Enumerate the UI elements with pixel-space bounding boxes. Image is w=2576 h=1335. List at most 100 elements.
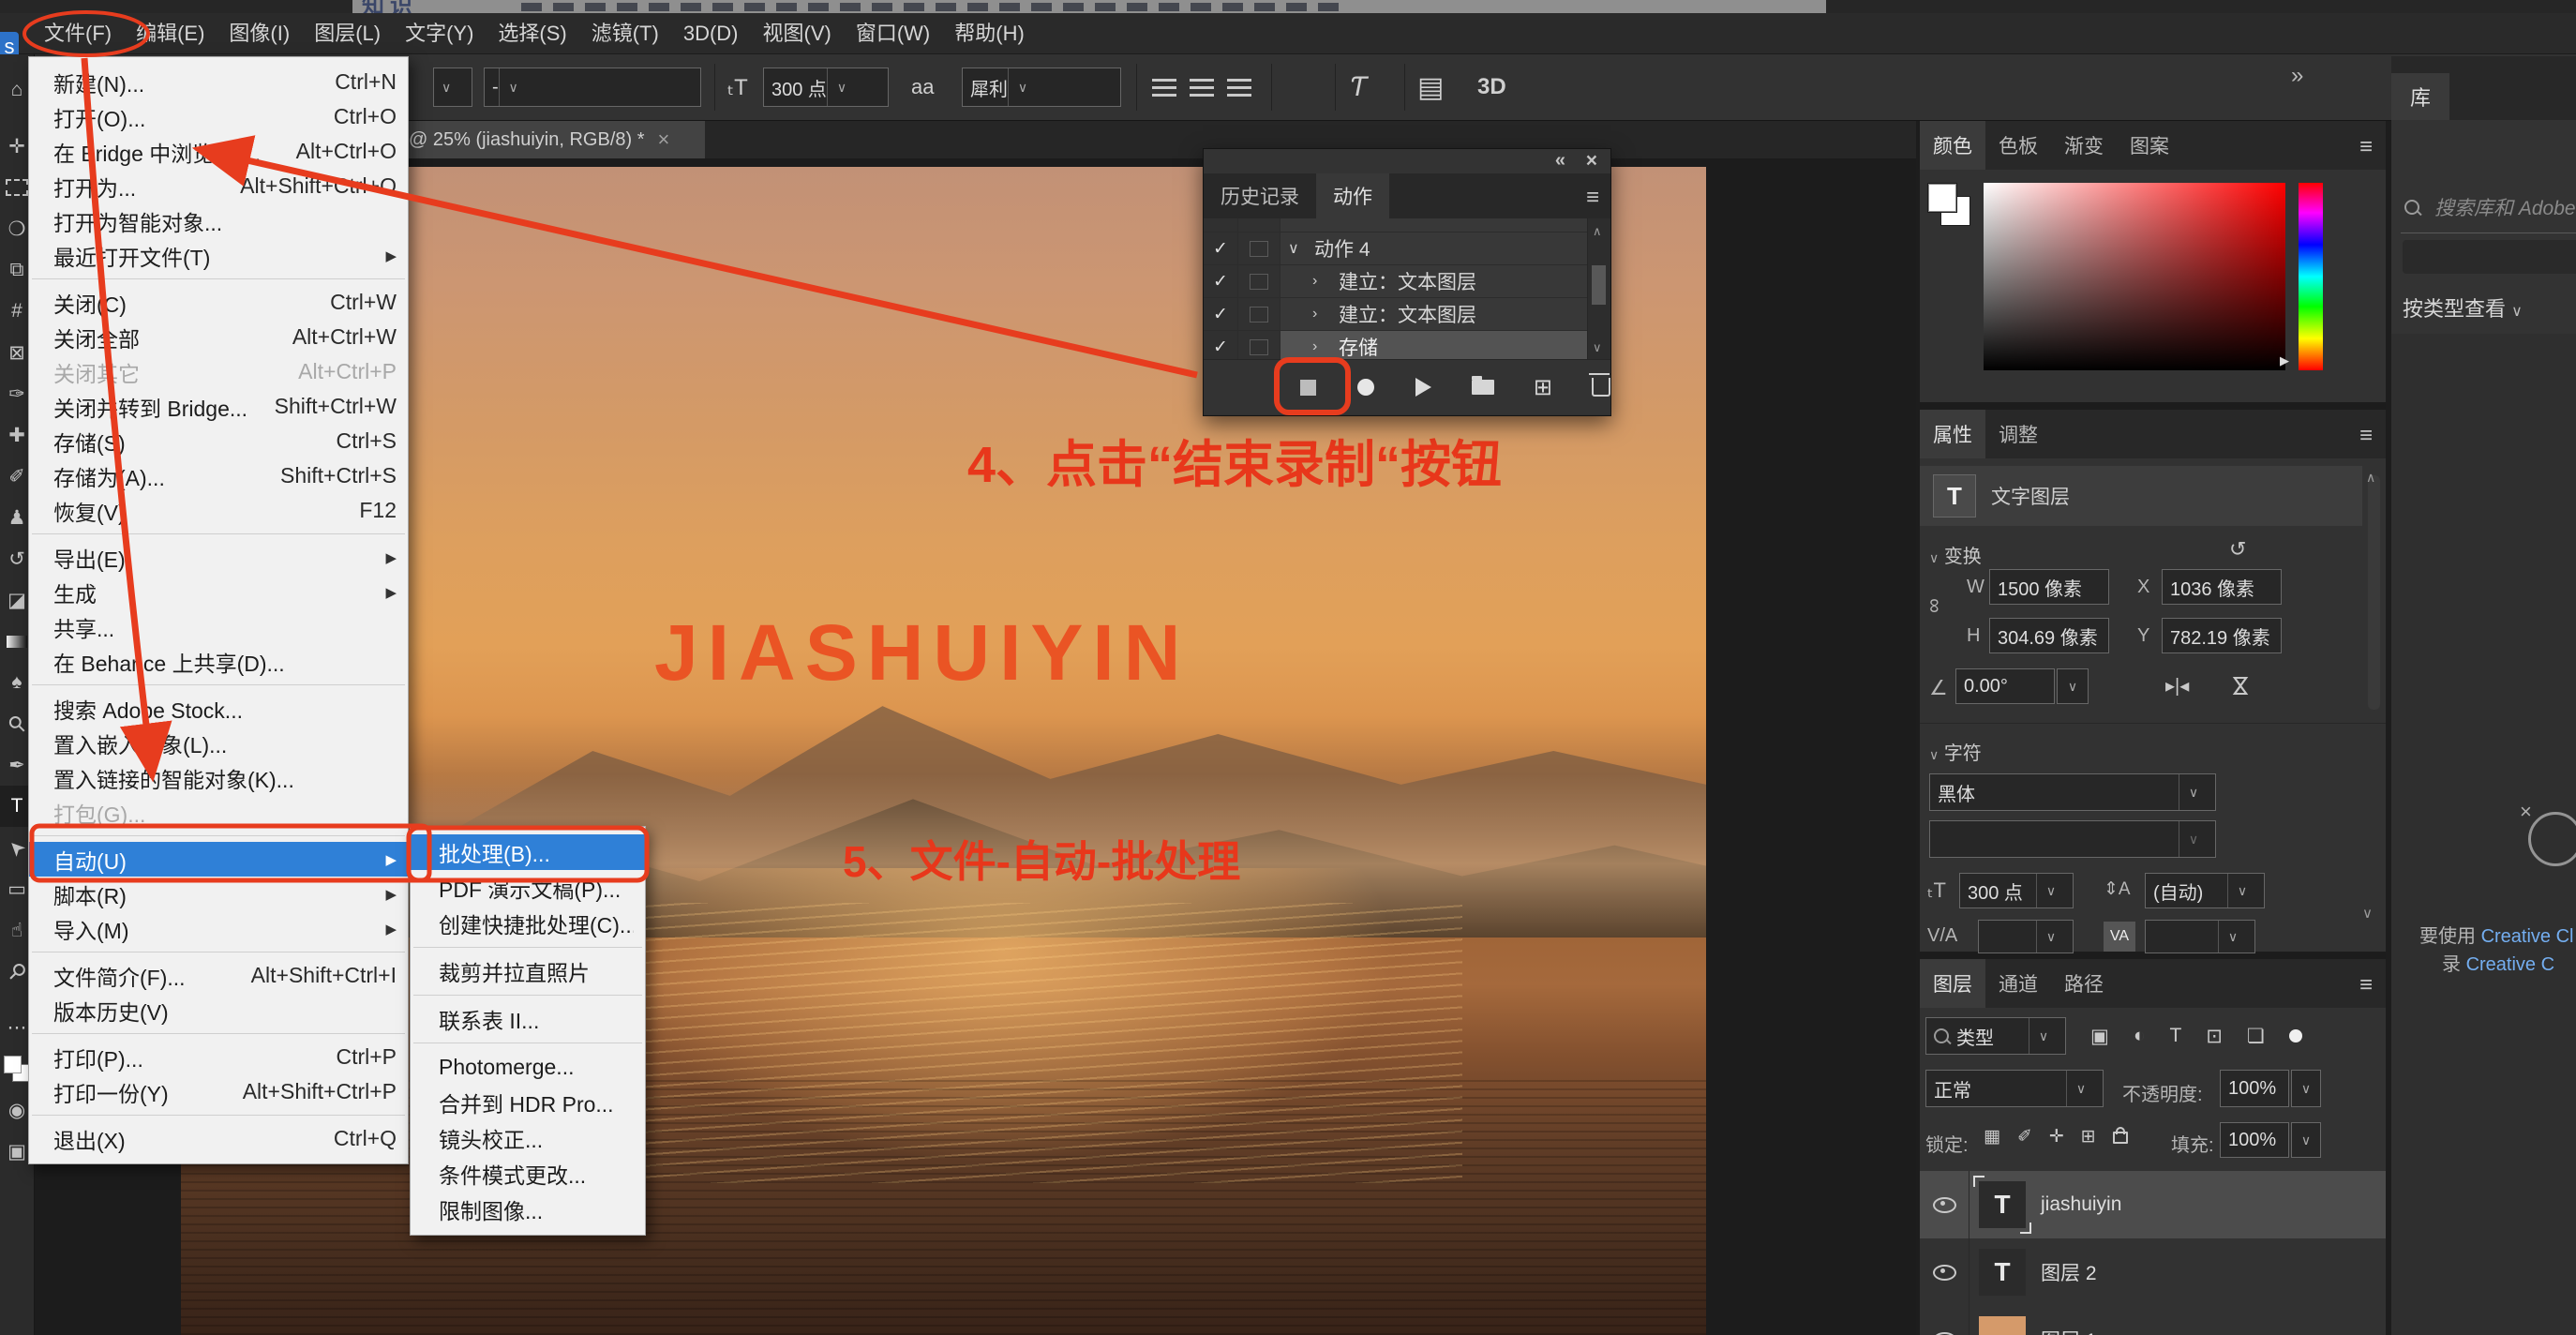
color-saturation-field[interactable] (1984, 183, 2285, 370)
layer-thumbnail[interactable] (1979, 1316, 2026, 1335)
font-style-dropdown[interactable]: -∨ (484, 68, 701, 107)
menu-file[interactable]: 文件(F) (32, 13, 124, 54)
kerning-dropdown[interactable]: ∨ (2145, 920, 2255, 953)
automate-submenu-item[interactable]: 镜头校正... (411, 1120, 645, 1156)
panel-menu-icon[interactable]: ≡ (2359, 972, 2373, 998)
scroll-down-icon[interactable]: ∨ (1593, 340, 1602, 355)
filter-pixel-layers-icon[interactable]: ▣ (2090, 1025, 2109, 1048)
record-button[interactable] (1356, 373, 1374, 401)
lock-all-icon[interactable] (2113, 1132, 2128, 1144)
transform-section-header[interactable]: ∨ 变换 (1929, 541, 1982, 568)
y-field[interactable]: 782.19 像素 (2162, 618, 2282, 653)
file-menu-item[interactable]: 搜索 Adobe Stock... (29, 691, 408, 726)
link-dimensions-icon[interactable]: ∞ (1923, 598, 1947, 613)
menu-item-6[interactable]: 滤镜(T) (579, 13, 671, 54)
filter-smart-objects-icon[interactable]: ❏ (2247, 1025, 2265, 1048)
tab-color[interactable]: 颜色 (1920, 121, 1985, 170)
tab-gradients[interactable]: 渐变 (2051, 121, 2117, 170)
lock-position-icon[interactable]: ✛ (2049, 1126, 2064, 1148)
filter-type-layers-icon[interactable]: T (2170, 1025, 2182, 1048)
automate-submenu-item[interactable]: 合并到 HDR Pro... (411, 1085, 645, 1120)
font-size-dropdown[interactable]: 300 点∨ (763, 68, 889, 107)
creative-cloud-link[interactable]: Creative Cl (2481, 926, 2574, 947)
menu-item-7[interactable]: 3D(D) (671, 13, 751, 54)
delete-button[interactable] (1592, 373, 1610, 401)
font-style-dropdown-panel[interactable]: ∨ (1929, 820, 2216, 858)
check-icon[interactable]: ✓ (1204, 265, 1238, 297)
flip-vertical-icon[interactable]: ⋈ (2227, 675, 2254, 698)
panel-menu-icon[interactable]: ≡ (2359, 134, 2373, 160)
layer-row[interactable]: 图层 1 (1920, 1306, 2386, 1335)
library-search-row[interactable]: 搜索库和 Adobe S (2404, 193, 2576, 221)
menu-item-1[interactable]: 编辑(E) (124, 13, 217, 54)
angle-dropdown[interactable]: ∨ (2057, 668, 2089, 704)
layer-row[interactable]: Tjiashuiyin (1920, 1171, 2386, 1238)
properties-scrollbar[interactable] (2368, 475, 2380, 710)
height-field[interactable]: 304.69 像素 (1989, 618, 2109, 653)
file-menu-item[interactable]: 存储为(A)...Shift+Ctrl+S (29, 458, 408, 493)
actions-scrollbar[interactable]: ∧ ∨ (1587, 218, 1610, 359)
automate-submenu-item[interactable]: 创建快捷批处理(C)... (411, 906, 645, 941)
automate-submenu-item[interactable]: 联系表 II... (411, 1001, 645, 1037)
tab-adjustments[interactable]: 调整 (1985, 410, 2051, 458)
expand-caret-icon[interactable]: › (1312, 306, 1329, 322)
lock-pixels-icon[interactable]: ✐ (2017, 1126, 2032, 1148)
blend-mode-dropdown[interactable]: 正常∨ (1925, 1070, 2104, 1107)
foreground-background-swatches[interactable] (4, 1056, 30, 1082)
file-menu-item[interactable]: 打开为智能对象... (29, 203, 408, 238)
scroll-down-icon[interactable]: ∨ (2362, 905, 2373, 922)
lock-artboard-icon[interactable]: ⊞ (2081, 1126, 2096, 1148)
tab-libraries[interactable]: 库 (2391, 73, 2449, 120)
check-icon[interactable]: ✓ (1204, 232, 1238, 264)
character-section-header[interactable]: ∨ 字符 (1929, 738, 1982, 765)
panel-menu-icon[interactable]: ≡ (1586, 185, 1599, 211)
anti-alias-dropdown[interactable]: 犀利∨ (962, 68, 1121, 107)
new-action-button[interactable]: ⊞ (1534, 373, 1552, 401)
action-row[interactable]: ✓›建立：文本图层 (1204, 298, 1610, 331)
new-group-button[interactable] (1472, 373, 1494, 401)
hue-slider-icon[interactable]: ▶ (2280, 353, 2289, 368)
expand-caret-icon[interactable]: › (1312, 338, 1329, 355)
action-row[interactable] (1204, 218, 1610, 232)
automate-submenu-item[interactable]: Photomerge... (411, 1049, 645, 1085)
file-menu-item[interactable]: 在 Behance 上共享(D)... (29, 644, 408, 679)
view-by-type-dropdown[interactable]: 按类型查看 ∨ (2403, 292, 2523, 322)
file-menu-item[interactable]: 置入嵌入对象(L)... (29, 726, 408, 760)
visibility-eye-icon[interactable] (1933, 1197, 1956, 1213)
menu-item-2[interactable]: 图像(I) (217, 13, 302, 54)
file-menu-item[interactable]: 生成▶ (29, 575, 408, 609)
align-right-button[interactable] (1227, 78, 1251, 97)
file-menu-item[interactable]: 最近打开文件(T)▶ (29, 238, 408, 273)
menu-item-8[interactable]: 视图(V) (751, 13, 844, 54)
toggle-panels-button[interactable]: ▤ (1417, 68, 1444, 107)
play-button[interactable] (1415, 373, 1432, 401)
filter-adjustment-layers-icon[interactable]: ◐ (2134, 1025, 2146, 1048)
flip-horizontal-icon[interactable]: ▸|◂ (2165, 674, 2189, 698)
tab-properties[interactable]: 属性 (1920, 410, 1985, 458)
tab-channels[interactable]: 通道 (1985, 959, 2051, 1008)
menu-item-9[interactable]: 窗口(W) (844, 13, 942, 54)
menu-item-5[interactable]: 选择(S) (486, 13, 578, 54)
collapse-panel-icon[interactable]: « (1555, 150, 1565, 172)
file-menu-item[interactable]: 关闭并转到 Bridge...Shift+Ctrl+W (29, 389, 408, 424)
expand-caret-icon[interactable]: › (1312, 273, 1329, 290)
scroll-up-icon[interactable]: ∧ (1593, 224, 1602, 239)
opacity-field[interactable]: 100% (2220, 1070, 2289, 1107)
file-menu-item[interactable]: 新建(N)...Ctrl+N (29, 65, 408, 99)
automate-submenu-item[interactable]: PDF 演示文稿(P)... (411, 870, 645, 906)
check-icon[interactable]: ✓ (1204, 331, 1238, 359)
visibility-eye-icon[interactable] (1933, 1265, 1956, 1281)
close-icon[interactable]: × (1586, 150, 1597, 172)
tab-paths[interactable]: 路径 (2051, 959, 2117, 1008)
dialog-toggle-box[interactable] (1238, 298, 1281, 330)
warp-text-button[interactable]: Ƭ (1350, 68, 1367, 107)
action-row[interactable]: ✓›存储 (1204, 331, 1610, 359)
file-menu-item[interactable]: 关闭(C)Ctrl+W (29, 285, 408, 320)
file-menu-item[interactable]: 自动(U)▶ (29, 842, 408, 877)
library-filter-box[interactable] (2403, 240, 2576, 274)
scroll-thumb[interactable] (1592, 265, 1606, 305)
file-menu-item[interactable]: 文件简介(F)...Alt+Shift+Ctrl+I (29, 958, 408, 993)
file-menu-item[interactable]: 脚本(R)▶ (29, 877, 408, 911)
align-center-button[interactable] (1190, 78, 1214, 97)
file-menu-item[interactable]: 打印一份(Y)Alt+Shift+Ctrl+P (29, 1074, 408, 1109)
